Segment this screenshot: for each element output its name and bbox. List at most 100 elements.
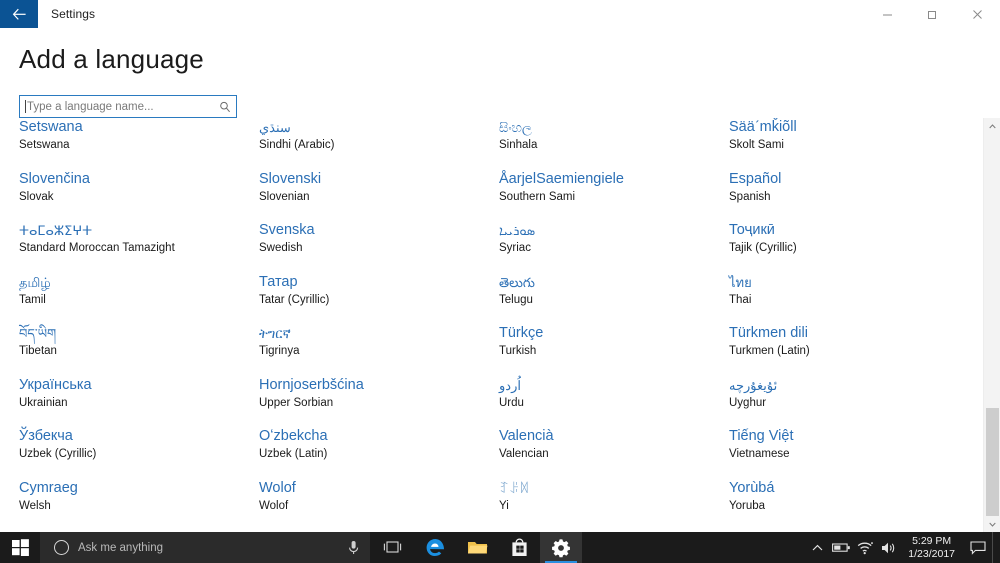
language-native-name[interactable]: Español bbox=[729, 170, 983, 189]
language-native-name[interactable]: Ўзбекча bbox=[19, 427, 259, 446]
language-native-name[interactable]: தமிழ் bbox=[19, 273, 259, 292]
language-item[interactable]: தமிழ் Tamil bbox=[19, 273, 259, 308]
language-item[interactable]: Ўзбекча Uzbek (Cyrillic) bbox=[19, 427, 259, 462]
language-item[interactable]: བོད་ཡིག Tibetan bbox=[19, 324, 259, 359]
minimize-button[interactable] bbox=[865, 0, 910, 28]
close-button[interactable] bbox=[955, 0, 1000, 28]
language-native-name[interactable]: བོད་ཡིག bbox=[19, 324, 259, 343]
language-native-name[interactable]: ⵜⴰⵎⴰⵣⵉⵖⵜ bbox=[19, 221, 259, 240]
language-native-name[interactable]: Svenska bbox=[259, 221, 499, 240]
language-native-name[interactable]: Wolof bbox=[259, 479, 499, 498]
language-native-name[interactable]: తెలుగు bbox=[499, 273, 729, 292]
language-native-name[interactable]: Татар bbox=[259, 273, 499, 292]
scroll-down-button[interactable] bbox=[984, 516, 1000, 533]
language-item[interactable]: Valencià Valencian bbox=[499, 427, 729, 462]
language-native-name[interactable]: ئۇيغۇرچە bbox=[729, 376, 983, 395]
back-button[interactable] bbox=[0, 0, 38, 28]
language-item[interactable]: Українська Ukrainian bbox=[19, 376, 259, 411]
language-item[interactable]: Español Spanish bbox=[729, 170, 983, 205]
language-native-name[interactable]: Cymraeg bbox=[19, 479, 259, 498]
language-native-name[interactable]: Oʻzbekcha bbox=[259, 427, 499, 446]
language-native-name[interactable]: Türkçe bbox=[499, 324, 729, 343]
language-native-name[interactable]: සිංහල bbox=[499, 118, 729, 137]
show-desktop-button[interactable] bbox=[992, 532, 998, 563]
language-native-name[interactable]: Hornjoserbšćina bbox=[259, 376, 499, 395]
language-item[interactable]: ÅarjelSaemiengiele Southern Sami bbox=[499, 170, 729, 205]
language-item[interactable]: Setswana Setswana bbox=[19, 118, 259, 153]
search-input[interactable] bbox=[26, 100, 214, 113]
cortana-mic-button[interactable] bbox=[336, 540, 370, 556]
language-item[interactable]: Slovenski Slovenian bbox=[259, 170, 499, 205]
language-native-name[interactable]: Тоҷикӣ bbox=[729, 221, 983, 240]
language-item[interactable]: ትግርኛ Tigrinya bbox=[259, 324, 499, 359]
language-item[interactable]: Wolof Wolof bbox=[259, 479, 499, 514]
language-english-name: Telugu bbox=[499, 293, 533, 306]
language-english-name: Slovak bbox=[19, 190, 54, 203]
show-hidden-icons-button[interactable] bbox=[805, 544, 829, 552]
network-button[interactable] bbox=[853, 541, 877, 555]
windows-start-icon bbox=[11, 539, 29, 556]
language-search-box[interactable] bbox=[19, 95, 237, 118]
language-item[interactable]: ⵜⴰⵎⴰⵣⵉⵖⵜ Standard Moroccan Tamazight bbox=[19, 221, 259, 256]
language-native-name[interactable]: سنڌي bbox=[259, 118, 499, 137]
language-native-name[interactable]: اُردو bbox=[499, 376, 729, 395]
language-item[interactable]: Татар Tatar (Cyrillic) bbox=[259, 273, 499, 308]
language-native-name[interactable]: ไทย bbox=[729, 273, 983, 292]
start-button[interactable] bbox=[0, 532, 40, 563]
language-native-name[interactable]: ꆈꌠꉙ bbox=[499, 479, 729, 498]
language-native-name[interactable]: Slovenski bbox=[259, 170, 499, 189]
language-english-name: Ukrainian bbox=[19, 396, 68, 409]
language-item[interactable]: سنڌي Sindhi (Arabic) bbox=[259, 118, 499, 153]
cortana-placeholder: Ask me anything bbox=[78, 541, 164, 554]
store-taskbar-button[interactable] bbox=[498, 532, 540, 563]
language-item[interactable]: Yorùbá Yoruba bbox=[729, 479, 983, 514]
cortana-search-box[interactable]: Ask me anything bbox=[40, 532, 370, 563]
language-native-name[interactable]: Tiếng Việt bbox=[729, 427, 983, 446]
language-english-name: Yoruba bbox=[729, 499, 766, 512]
language-native-name[interactable]: Yorùbá bbox=[729, 479, 983, 498]
battery-button[interactable] bbox=[829, 542, 853, 553]
language-native-name[interactable]: Slovenčina bbox=[19, 170, 259, 189]
language-item[interactable]: اُردو Urdu bbox=[499, 376, 729, 411]
language-native-name[interactable]: Sääˊmǩiõll bbox=[729, 118, 983, 137]
scroll-up-button[interactable] bbox=[984, 118, 1000, 135]
settings-taskbar-button[interactable] bbox=[540, 532, 582, 563]
language-item[interactable]: ไทย Thai bbox=[729, 273, 983, 308]
task-view-button[interactable] bbox=[370, 532, 414, 563]
file-explorer-taskbar-button[interactable] bbox=[456, 532, 498, 563]
language-item[interactable]: Tiếng Việt Vietnamese bbox=[729, 427, 983, 462]
edge-taskbar-button[interactable] bbox=[414, 532, 456, 563]
language-item[interactable]: Тоҷикӣ Tajik (Cyrillic) bbox=[729, 221, 983, 256]
language-native-name[interactable]: Valencià bbox=[499, 427, 729, 446]
clock[interactable]: 5:29 PM 1/23/2017 bbox=[901, 535, 964, 561]
language-item[interactable]: Türkçe Turkish bbox=[499, 324, 729, 359]
language-item[interactable]: Svenska Swedish bbox=[259, 221, 499, 256]
language-native-name[interactable]: Türkmen dili bbox=[729, 324, 983, 343]
language-english-name: Vietnamese bbox=[729, 448, 790, 460]
language-native-name[interactable]: ትግርኛ bbox=[259, 324, 499, 343]
language-item[interactable]: ꆈꌠꉙ Yi bbox=[499, 479, 729, 514]
language-column-2: سنڌي Sindhi (Arabic) Slovenski Slovenian Sve… bbox=[259, 118, 499, 530]
maximize-button[interactable] bbox=[910, 0, 955, 28]
language-item[interactable]: Sääˊmǩiõll Skolt Sami bbox=[729, 118, 983, 153]
language-item[interactable]: Slovenčina Slovak bbox=[19, 170, 259, 205]
language-item[interactable]: Cymraeg Welsh bbox=[19, 479, 259, 514]
language-item[interactable]: తెలుగు Telugu bbox=[499, 273, 729, 308]
language-native-name[interactable]: Українська bbox=[19, 376, 259, 395]
language-native-name[interactable]: Setswana bbox=[19, 118, 259, 137]
language-item[interactable]: ܣܘܪܝܝܐ Syriac bbox=[499, 221, 729, 256]
language-item[interactable]: Türkmen dili Turkmen (Latin) bbox=[729, 324, 983, 359]
action-center-button[interactable] bbox=[964, 540, 992, 555]
language-item[interactable]: Hornjoserbšćina Upper Sorbian bbox=[259, 376, 499, 411]
window-title: Settings bbox=[51, 7, 96, 21]
language-native-name[interactable]: ÅarjelSaemiengiele bbox=[499, 170, 729, 189]
volume-button[interactable] bbox=[877, 541, 901, 555]
scrollbar-thumb[interactable] bbox=[986, 408, 999, 516]
language-english-name: Swedish bbox=[259, 242, 303, 254]
search-button[interactable] bbox=[214, 101, 236, 113]
language-native-name[interactable]: ܣܘܪܝܝܐ bbox=[499, 221, 729, 240]
language-item[interactable]: ئۇيغۇرچە Uyghur bbox=[729, 376, 983, 411]
language-item[interactable]: සිංහල Sinhala bbox=[499, 118, 729, 153]
language-item[interactable]: Oʻzbekcha Uzbek (Latin) bbox=[259, 427, 499, 462]
language-list-scrollbar[interactable] bbox=[983, 118, 1000, 533]
